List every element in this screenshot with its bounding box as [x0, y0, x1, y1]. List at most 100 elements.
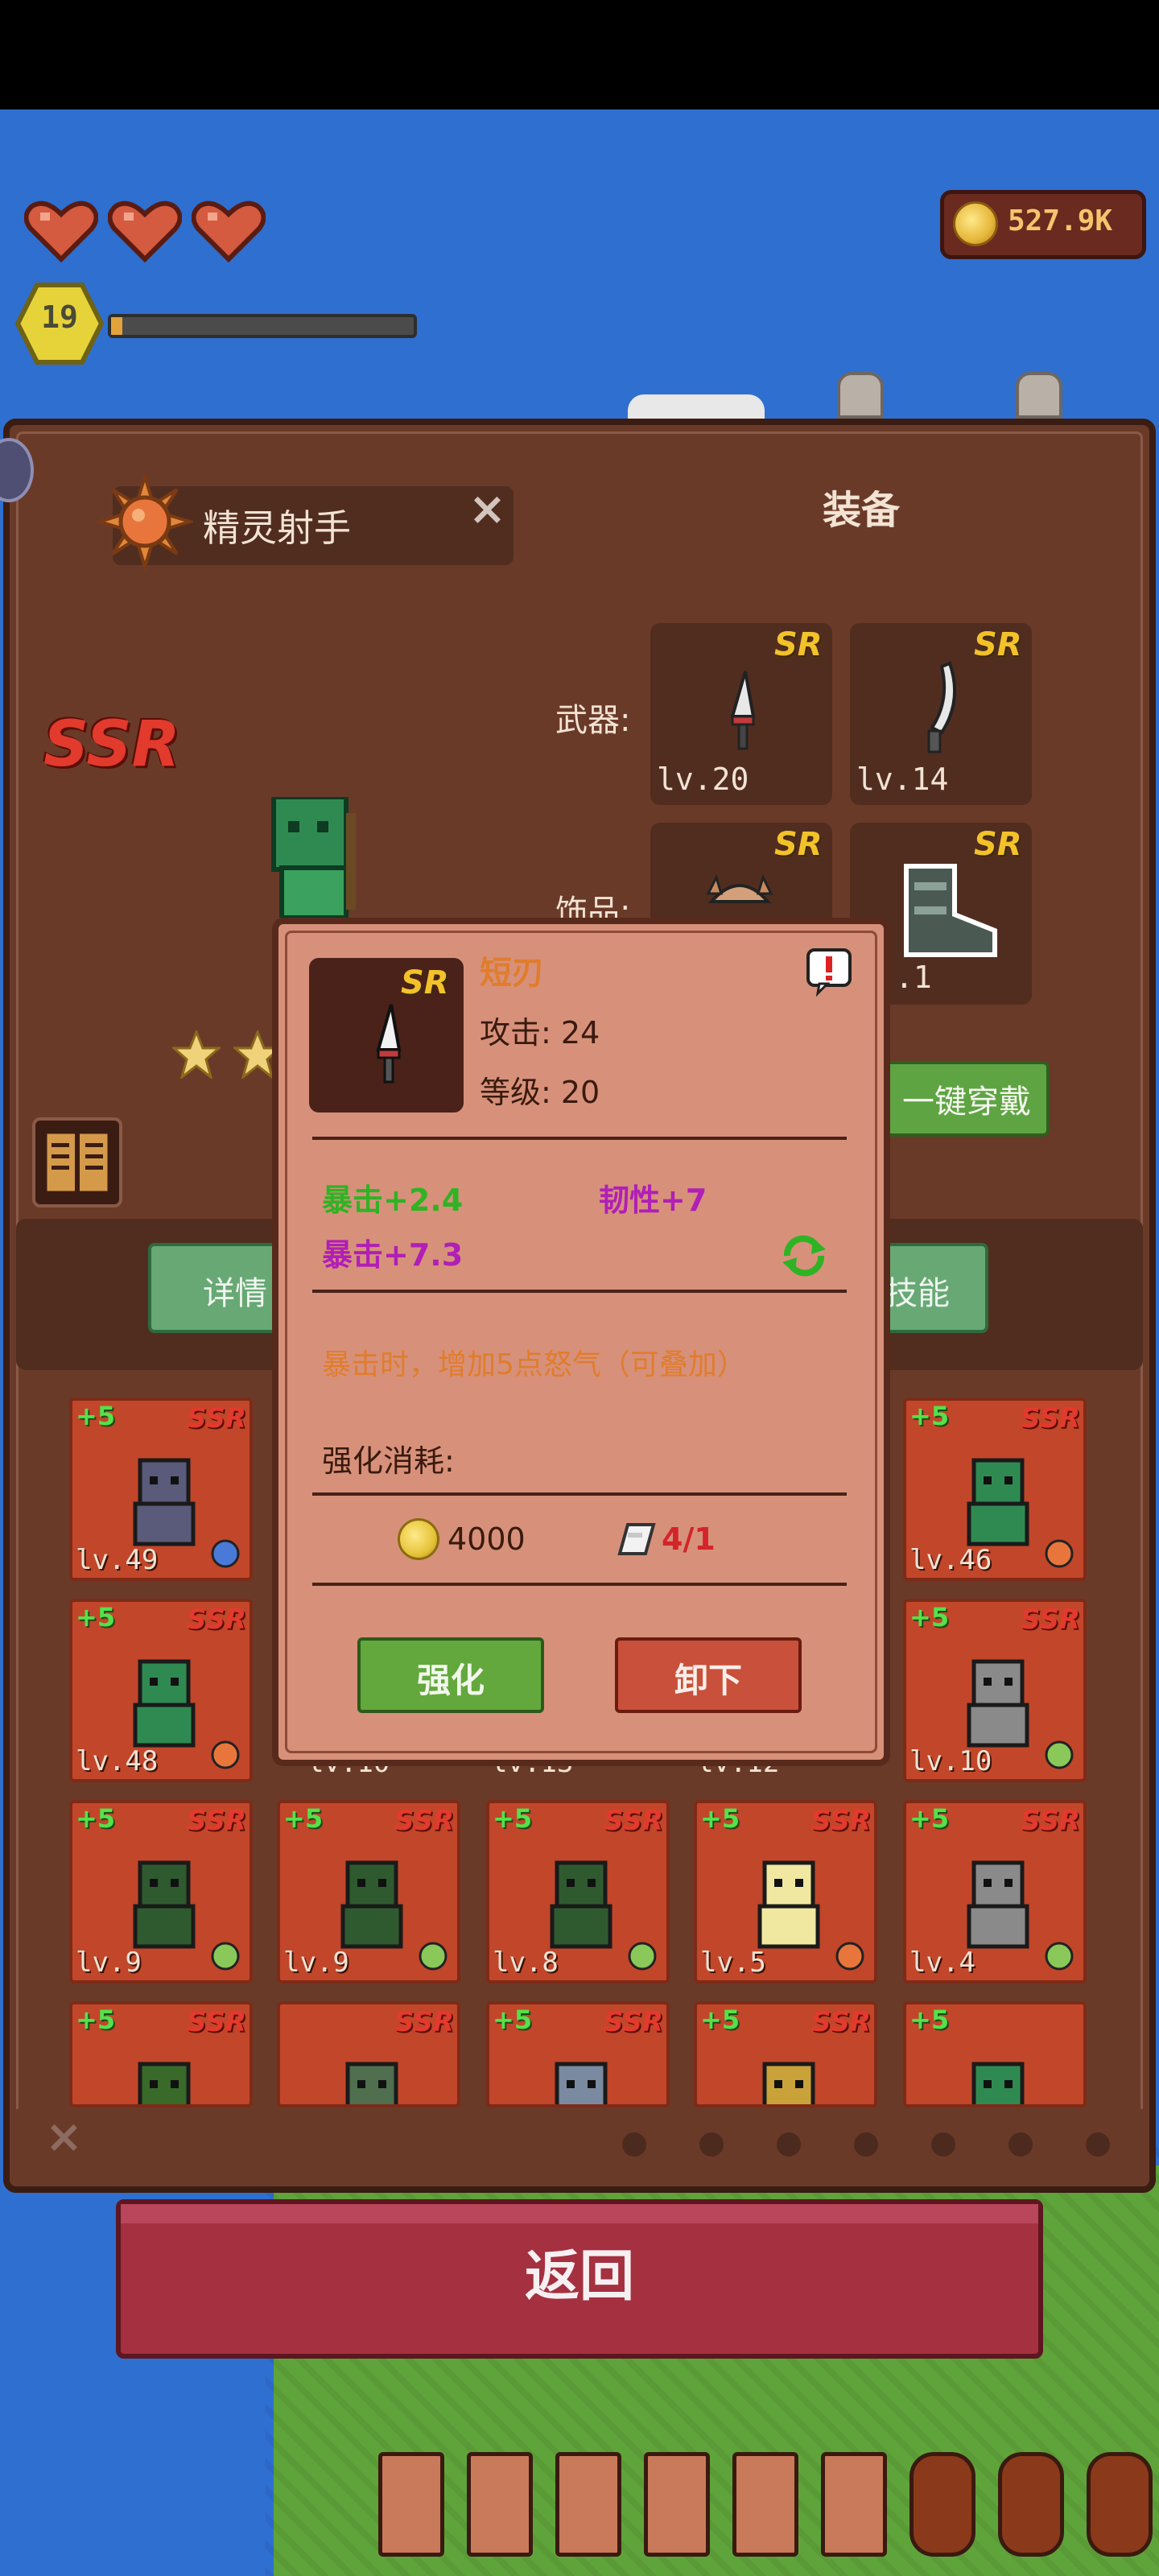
- tombstone-icon: [837, 372, 884, 419]
- boots-icon: [904, 864, 997, 957]
- card-rarity-tag: SSR: [394, 1805, 454, 1837]
- card-upgrade-badge: +5: [700, 2004, 740, 2035]
- popup-attack-stat: 攻击: 24: [480, 1015, 600, 1051]
- card-rarity-tag: SSR: [187, 1604, 246, 1636]
- hero-card[interactable]: +5 SSR lv.9: [277, 1800, 460, 1984]
- hero-card[interactable]: SSR: [277, 2001, 460, 2107]
- hero-card[interactable]: +5 SSR lv.46: [903, 1397, 1087, 1581]
- hero-sprite: [950, 2056, 1046, 2104]
- card-upgrade-badge: +5: [76, 1401, 116, 1431]
- card-level: lv.46: [909, 1544, 992, 1576]
- slot-rarity-tag: SR: [774, 826, 823, 863]
- slot-rarity-tag: SR: [974, 626, 1022, 663]
- hero-card[interactable]: +5 SSR: [486, 2001, 670, 2107]
- gear-filter-icon[interactable]: [1004, 2127, 1037, 2159]
- hero-card[interactable]: +5 SSR lv.48: [69, 1599, 253, 1782]
- popup-divider: [312, 1137, 847, 1140]
- scimitar-icon: [927, 661, 957, 753]
- card-upgrade-badge: +5: [493, 2004, 533, 2035]
- flame-filter-icon[interactable]: [618, 2127, 650, 2159]
- player-level-value: 19: [41, 299, 78, 335]
- card-level: lv.49: [76, 1544, 159, 1576]
- hero-card[interactable]: +5 SSR: [694, 2001, 877, 2107]
- back-button-highlight: [121, 2204, 1038, 2223]
- hero-card[interactable]: +5 SSR lv.9: [69, 1800, 253, 1984]
- barrel: [821, 2452, 887, 2557]
- slot-rarity-tag: SR: [774, 626, 823, 663]
- gold-cost: 4000: [448, 1521, 526, 1557]
- fire-filter-icon[interactable]: [927, 2127, 959, 2159]
- popup-effect-text: 暴击时，增加5点怒气（可叠加）: [322, 1348, 746, 1381]
- hero-card[interactable]: +5 SSR lv.4: [903, 1800, 1087, 1984]
- card-level: lv.8: [493, 1946, 559, 1979]
- dagger-icon: [376, 1004, 402, 1084]
- water-element-icon: [209, 1538, 241, 1570]
- close-icon[interactable]: ×: [468, 483, 506, 535]
- card-upgrade-badge: +5: [76, 1602, 116, 1633]
- card-upgrade-badge: +5: [909, 1602, 950, 1633]
- slot-level: .1: [895, 960, 932, 995]
- hero-sprite: [533, 2056, 629, 2104]
- card-rarity-tag: SSR: [604, 1805, 663, 1837]
- back-button-label: 返回: [524, 2245, 634, 2309]
- equip-all-label: 一键穿戴: [902, 1084, 1031, 1121]
- gold-coin-icon: [953, 201, 998, 246]
- card-level: lv.5: [700, 1946, 766, 1979]
- card-upgrade-badge: +5: [909, 2004, 950, 2035]
- card-rarity-tag: SSR: [187, 1402, 246, 1435]
- hero-rarity-badge: SSR: [43, 708, 180, 781]
- barrel: [909, 2452, 975, 2557]
- sun-element-icon: [97, 473, 193, 570]
- hero-sprite: [950, 1855, 1046, 1951]
- earth-filter-icon[interactable]: [695, 2127, 728, 2159]
- weapon-label: 武器:: [555, 702, 631, 739]
- water-filter-icon[interactable]: [773, 2127, 805, 2159]
- card-upgrade-badge: +5: [909, 1803, 950, 1834]
- popup-divider: [312, 1492, 847, 1496]
- card-upgrade-badge: +5: [700, 1803, 740, 1834]
- clear-filter-icon[interactable]: ×: [45, 2111, 83, 2163]
- heart-icon: [192, 200, 266, 262]
- hero-sprite: [740, 2056, 837, 2104]
- card-rarity-tag: SSR: [604, 2006, 663, 2038]
- wind-filter-icon[interactable]: [850, 2127, 882, 2159]
- xp-bar: [108, 314, 417, 338]
- card-upgrade-badge: +5: [909, 1401, 950, 1431]
- info-alert-icon[interactable]: [803, 945, 855, 997]
- card-level: lv.4: [909, 1946, 975, 1979]
- book-icon: [43, 1129, 112, 1195]
- stone-cost: 4/1: [662, 1521, 716, 1557]
- popup-divider: [312, 1290, 847, 1293]
- card-rarity-tag: SSR: [187, 1805, 246, 1837]
- hero-card[interactable]: +5 SSR lv.49: [69, 1397, 253, 1581]
- hero-sprite: [116, 1452, 212, 1549]
- hero-sprite: [116, 1855, 212, 1951]
- hero-card[interactable]: +5 SSR: [69, 2001, 253, 2107]
- hero-sprite: [740, 1855, 837, 1951]
- sun-element-icon: [834, 1940, 866, 1972]
- hero-sprite: [116, 2056, 212, 2104]
- card-level: lv.9: [76, 1946, 142, 1979]
- hero-card[interactable]: +5 SSR lv.10: [903, 1599, 1087, 1782]
- tab-skills-label: 技能: [885, 1275, 950, 1312]
- gold-coin-icon: [398, 1518, 439, 1560]
- enhance-stone-icon: [617, 1523, 656, 1555]
- barrel: [732, 2452, 798, 2557]
- hero-card[interactable]: +5: [903, 2001, 1087, 2107]
- filter-bar: [16, 2109, 1143, 2180]
- horn-helmet-icon: [706, 873, 773, 903]
- tab-details-label: 详情: [203, 1275, 267, 1312]
- hero-card[interactable]: +5 SSR lv.5: [694, 1800, 877, 1984]
- moon-filter-icon[interactable]: [1082, 2127, 1114, 2159]
- heart-icon: [24, 200, 98, 262]
- card-rarity-tag: SSR: [394, 2006, 454, 2038]
- barrel: [555, 2452, 621, 2557]
- popup-level-stat: 等级: 20: [480, 1075, 600, 1110]
- slot-level: lv.14: [856, 762, 949, 797]
- reroll-icon[interactable]: [777, 1232, 831, 1280]
- barrel: [998, 2452, 1064, 2557]
- tombstone-icon: [1016, 372, 1062, 419]
- attr-toughness: 韧性+7: [599, 1183, 707, 1218]
- card-upgrade-badge: +5: [76, 2004, 116, 2035]
- hero-card[interactable]: +5 SSR lv.8: [486, 1800, 670, 1984]
